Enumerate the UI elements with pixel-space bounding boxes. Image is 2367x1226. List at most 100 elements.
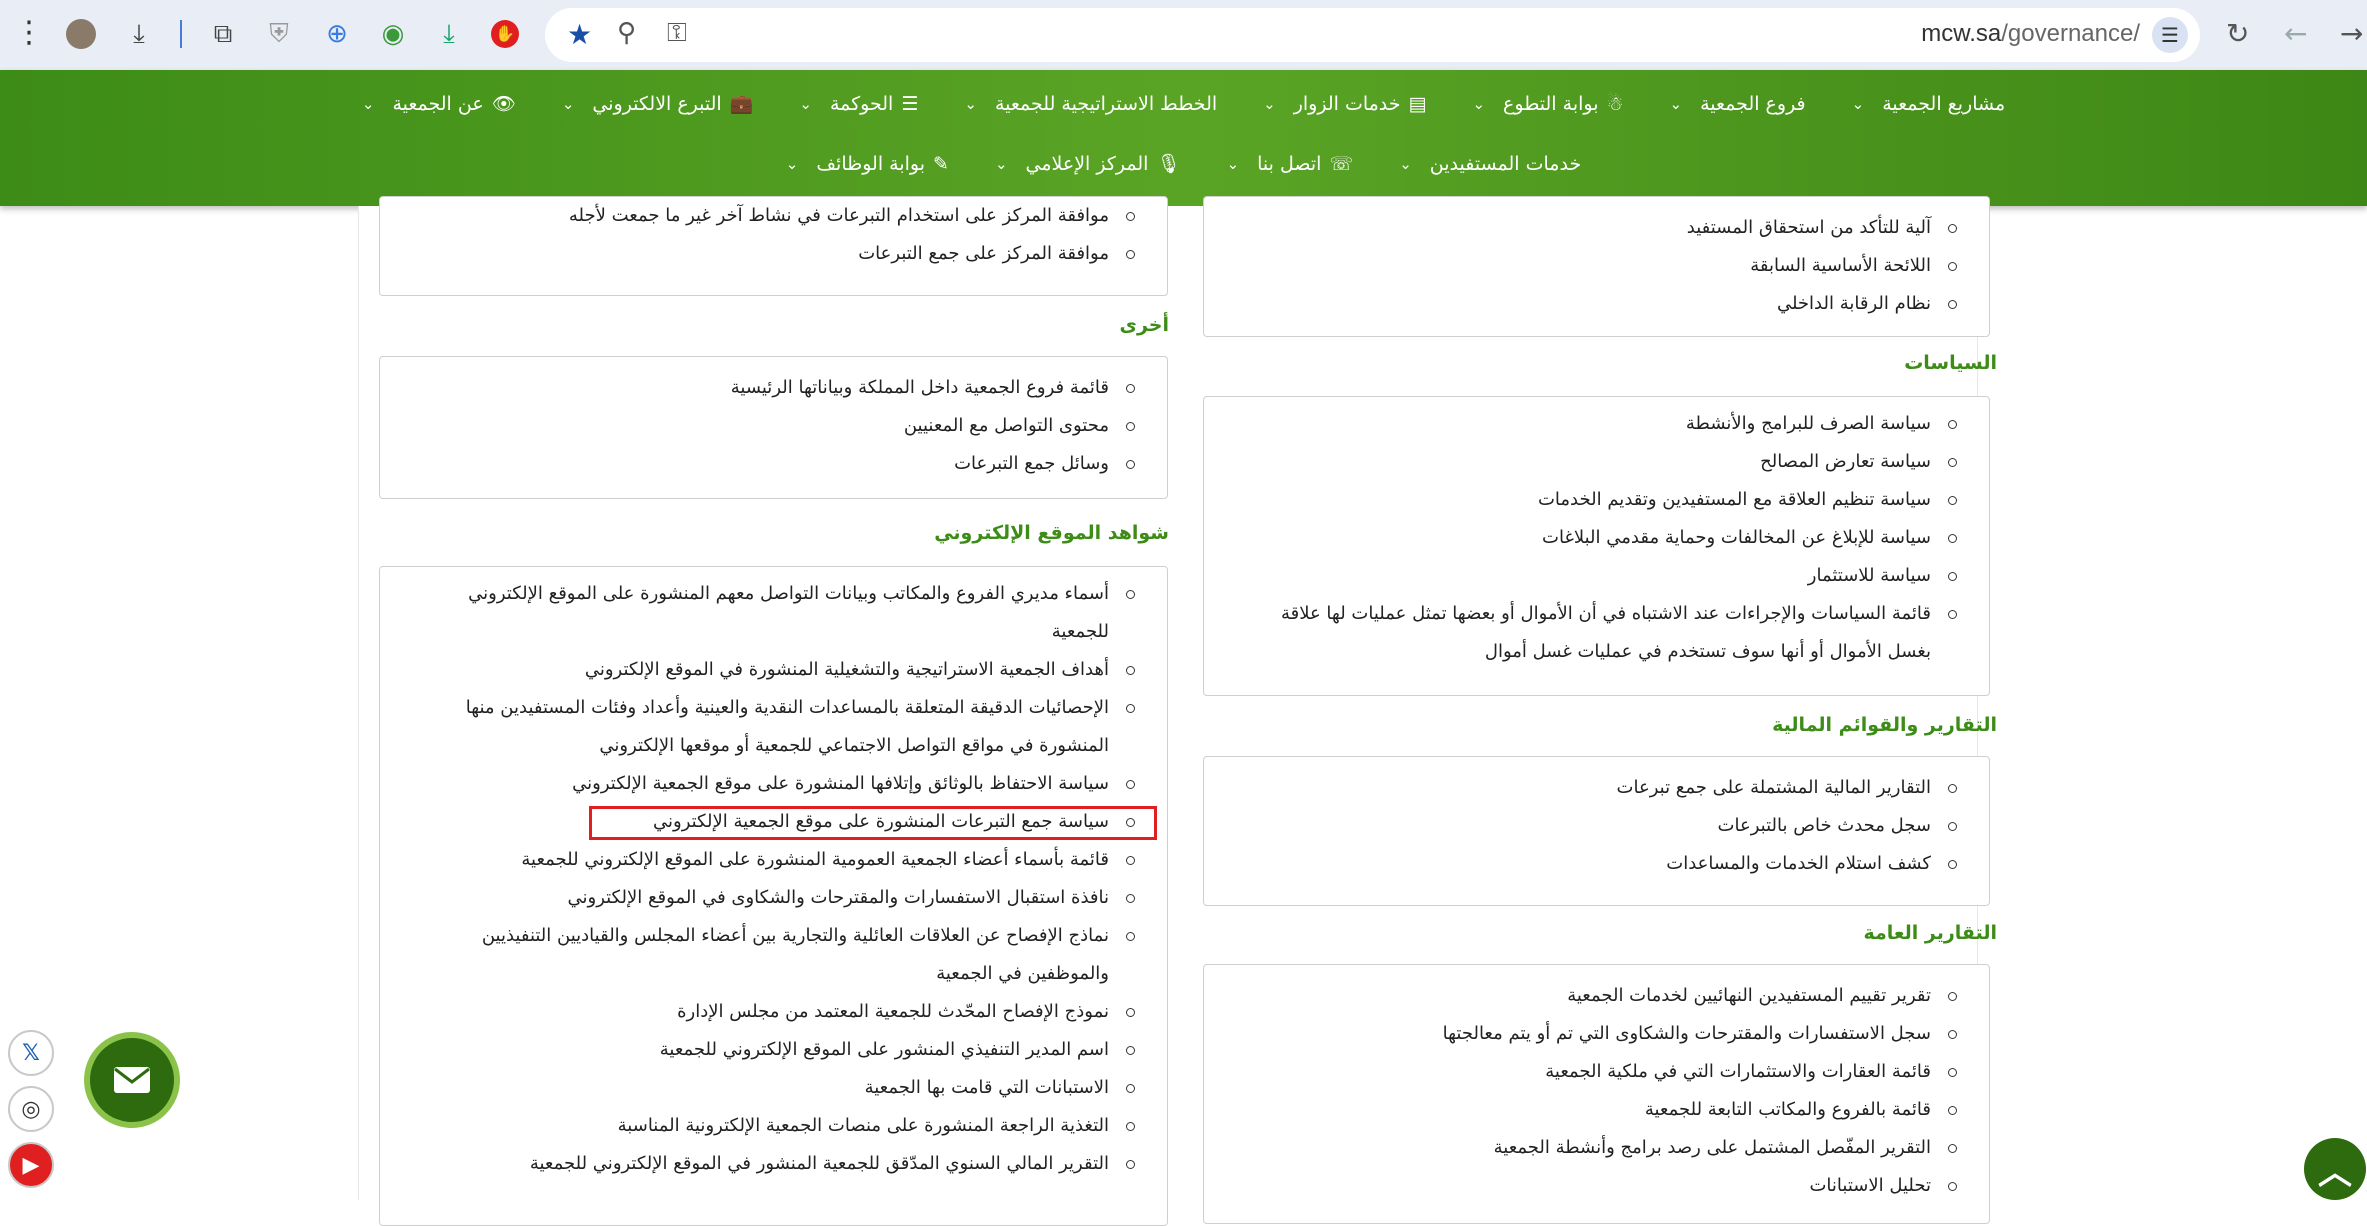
list-item[interactable]: سياسة للإبلاغ عن المخالفات وحماية مقدمي …: [1218, 519, 1959, 557]
nav-row-2: ✎ بوابة الوظائف ⌄ 🎙 المركز الإعلامي ⌄ ☏ اتصل بن…: [0, 152, 2367, 176]
list-item[interactable]: نموذج الإفصاح المحّدث للجمعية المعتمد من…: [394, 993, 1137, 1031]
main-navigation: 👁 عن الجمعية ⌄ 💼 التبرع الالكتروني ⌄ ☰ الحوكمة ⌄…: [0, 70, 2367, 206]
chevron-down-icon: ⌄: [1399, 154, 1412, 173]
nav-item-row1-7[interactable]: مشاريع الجمعية ⌄: [1852, 92, 2006, 115]
address-bar[interactable]: ★ ⚲ ⚿ mcw.sa/governance/ ☰: [545, 8, 2200, 62]
nav-item-row1-4[interactable]: ▤ خدمات الزوار ⌄: [1263, 92, 1426, 115]
scroll-to-top-button[interactable]: ︿: [2304, 1138, 2366, 1200]
general-reports-heading: التقارير العامة: [1863, 922, 1997, 944]
nav-item-row1-6[interactable]: فروع الجمعية ⌄: [1670, 92, 1806, 115]
list-item[interactable]: التغذية الراجعة المنشورة على منصات الجمع…: [394, 1107, 1137, 1145]
chevron-down-icon: ⌄: [1472, 94, 1486, 113]
nav-item-row2-2[interactable]: ☏ اتصل بنا ⌄: [1227, 152, 1354, 175]
list-item[interactable]: اسم المدير التنفيذي المنشور على الموقع ا…: [394, 1031, 1137, 1069]
chevron-down-icon: ⌄: [1226, 154, 1240, 173]
profile-avatar-icon[interactable]: [64, 17, 98, 51]
list-item[interactable]: قائمة السياسات والإجراءات عند الاشتباه ف…: [1218, 595, 1959, 633]
nav-item-label: عن الجمعية: [392, 92, 484, 115]
nav-item-label: اتصل بنا: [1257, 152, 1322, 175]
nav-item-label: فروع الجمعية: [1700, 92, 1806, 115]
list-item[interactable]: سجل محدث خاص بالتبرعات: [1218, 807, 1959, 845]
zoom-icon[interactable]: ⚲: [617, 18, 636, 48]
list-item[interactable]: أسماء مديري الفروع والمكاتب وبيانات التو…: [394, 575, 1137, 613]
nav-item-label: مشاريع الجمعية: [1882, 92, 2006, 115]
list-item[interactable]: التقارير المالية المشتملة على جمع تبرعات: [1218, 769, 1959, 807]
youtube-icon[interactable]: ▶: [8, 1142, 54, 1188]
url-text[interactable]: mcw.sa/governance/: [1921, 20, 2140, 48]
list-item[interactable]: الاستبانات التي قامت بها الجمعية: [394, 1069, 1137, 1107]
list-item[interactable]: كشف استلام الخدمات والمساعدات: [1218, 845, 1959, 883]
download-icon[interactable]: ⤓: [122, 17, 156, 51]
highlight-box: [589, 806, 1157, 840]
list-item[interactable]: قائمة بأسماء أعضاء الجمعية العمومية المن…: [394, 841, 1137, 879]
list-item: للجمعية: [1051, 621, 1109, 642]
nav-item-label: الخطط الاستراتيجية للجمعية: [994, 92, 1218, 115]
key-icon[interactable]: ⚿: [667, 18, 687, 49]
list-item[interactable]: وسائل جمع التبرعات: [394, 445, 1137, 483]
chevron-down-icon: ⌄: [561, 94, 575, 113]
list-item[interactable]: سياسة للاستثمار: [1218, 557, 1959, 595]
globe-extension-icon[interactable]: ⊕: [320, 17, 354, 51]
list-item[interactable]: سجل الاستفسارات والمقترحات والشكاوى التي…: [1218, 1015, 1959, 1053]
nav-item-row2-0[interactable]: ✎ بوابة الوظائف ⌄: [786, 152, 949, 175]
chevron-down-icon: ⌄: [1263, 94, 1276, 113]
list-item[interactable]: سياسة تنظيم العلاقة مع المستفيدين وتقديم…: [1218, 481, 1959, 519]
x-twitter-icon[interactable]: 𝕏: [8, 1030, 54, 1076]
list-item[interactable]: أهداف الجمعية الاستراتيجية والتشغيلية ال…: [394, 651, 1137, 689]
chevron-down-icon: ⌄: [964, 94, 977, 113]
list-item[interactable]: موافقة المركز على استخدام التبرعات في نش…: [394, 197, 1137, 235]
chevron-down-icon: ⌄: [361, 94, 375, 113]
nav-item-row2-1[interactable]: 🎙 المركز الإعلامي ⌄: [994, 152, 1181, 176]
edit-icon: ✎: [933, 152, 949, 175]
list-item[interactable]: نظام الرقابة الداخلي: [1218, 285, 1959, 323]
nav-row-1: 👁 عن الجمعية ⌄ 💼 التبرع الالكتروني ⌄ ☰ الحوكمة ⌄…: [0, 92, 2367, 116]
nav-item-row1-3[interactable]: الخطط الاستراتيجية للجمعية ⌄: [964, 92, 1217, 115]
eye-icon: 👁: [491, 93, 516, 115]
list-item[interactable]: تحليل الاستبانات: [1218, 1167, 1959, 1205]
list-item[interactable]: التقرير المفّصل المشتمل على رصد برامج وأ…: [1218, 1129, 1959, 1167]
list-item[interactable]: التقرير المالي السنوي المدّقق للجمعية ال…: [394, 1145, 1137, 1183]
color-extension-icon[interactable]: ◉: [376, 17, 410, 51]
instagram-icon[interactable]: ◎: [8, 1086, 54, 1132]
nav-item-label: خدمات الزوار: [1293, 92, 1401, 115]
list-item[interactable]: آلية للتأكد من استحقاق المستفيد: [1218, 209, 1959, 247]
list-item[interactable]: نافذة استقبال الاستفسارات والمقترحات وال…: [394, 879, 1137, 917]
phone-icon: ☏: [1329, 152, 1354, 175]
list-item[interactable]: سياسة الاحتفاظ بالوثائق وإتلافها المنشور…: [394, 765, 1137, 803]
nav-item-row1-5[interactable]: ☃ بوابة التطوع ⌄: [1472, 92, 1623, 115]
bookmark-star-icon[interactable]: ★: [567, 18, 592, 51]
shield-extension-icon[interactable]: ⛨: [262, 17, 296, 51]
site-settings-icon[interactable]: ☰: [2152, 17, 2188, 53]
list-item[interactable]: موافقة المركز على جمع التبرعات: [394, 235, 1137, 273]
list-item[interactable]: سياسة تعارض المصالح: [1218, 443, 1959, 481]
list-item[interactable]: نماذج الإفصاح عن العلاقات العائلية والتج…: [394, 917, 1137, 955]
nav-item-label: بوابة الوظائف: [816, 152, 926, 175]
forward-icon[interactable]: ←: [2284, 17, 2307, 50]
chevron-down-icon: ⌄: [994, 154, 1008, 173]
nav-item-label: خدمات المستفيدين: [1429, 152, 1582, 175]
contact-mail-button[interactable]: [84, 1032, 180, 1128]
nav-item-row1-2[interactable]: ☰ الحوكمة ⌄: [799, 92, 918, 115]
evidence-box: أسماء مديري الفروع والمكاتب وبيانات التو…: [379, 566, 1168, 1226]
list-item[interactable]: قائمة فروع الجمعية داخل المملكة وبياناته…: [394, 369, 1137, 407]
list-item[interactable]: محتوى التواصل مع المعنيين: [394, 407, 1137, 445]
back-icon[interactable]: →: [2340, 17, 2363, 50]
extensions-icon[interactable]: ⧉: [206, 17, 240, 51]
list-item[interactable]: قائمة العقارات والاستثمارات التي في ملكي…: [1218, 1053, 1959, 1091]
adblock-extension-icon[interactable]: ✋: [488, 17, 522, 51]
nav-item-row1-0[interactable]: 👁 عن الجمعية ⌄: [361, 92, 516, 116]
list-item[interactable]: قائمة بالفروع والمكاتب التابعة للجمعية: [1218, 1091, 1959, 1129]
list-icon: ☰: [901, 92, 919, 115]
chevron-down-icon: ⌄: [1851, 94, 1865, 113]
list-item[interactable]: سياسة الصرف للبرامج والأنشطة: [1218, 405, 1959, 443]
reload-icon[interactable]: ↻: [2226, 17, 2249, 50]
chevron-down-icon: ⌄: [799, 94, 812, 113]
list-item[interactable]: تقرير تقييم المستفيدين النهائيين لخدمات …: [1218, 977, 1959, 1015]
browser-toolbar: ⋮ ⤓ ⧉ ⛨ ⊕ ◉ ⤓ ✋ ★ ⚲ ⚿ mcw.sa/governance/…: [0, 0, 2367, 70]
nav-item-row2-3[interactable]: خدمات المستفيدين ⌄: [1399, 152, 1581, 175]
list-item[interactable]: اللائحة الأساسية السابقة: [1218, 247, 1959, 285]
nav-item-row1-1[interactable]: 💼 التبرع الالكتروني ⌄: [561, 92, 754, 116]
list-item[interactable]: الإحصائيات الدقيقة المتعلقة بالمساعدات ا…: [394, 689, 1137, 727]
downloader-extension-icon[interactable]: ⤓: [432, 17, 466, 51]
browser-menu-icon[interactable]: ⋮: [14, 18, 44, 48]
